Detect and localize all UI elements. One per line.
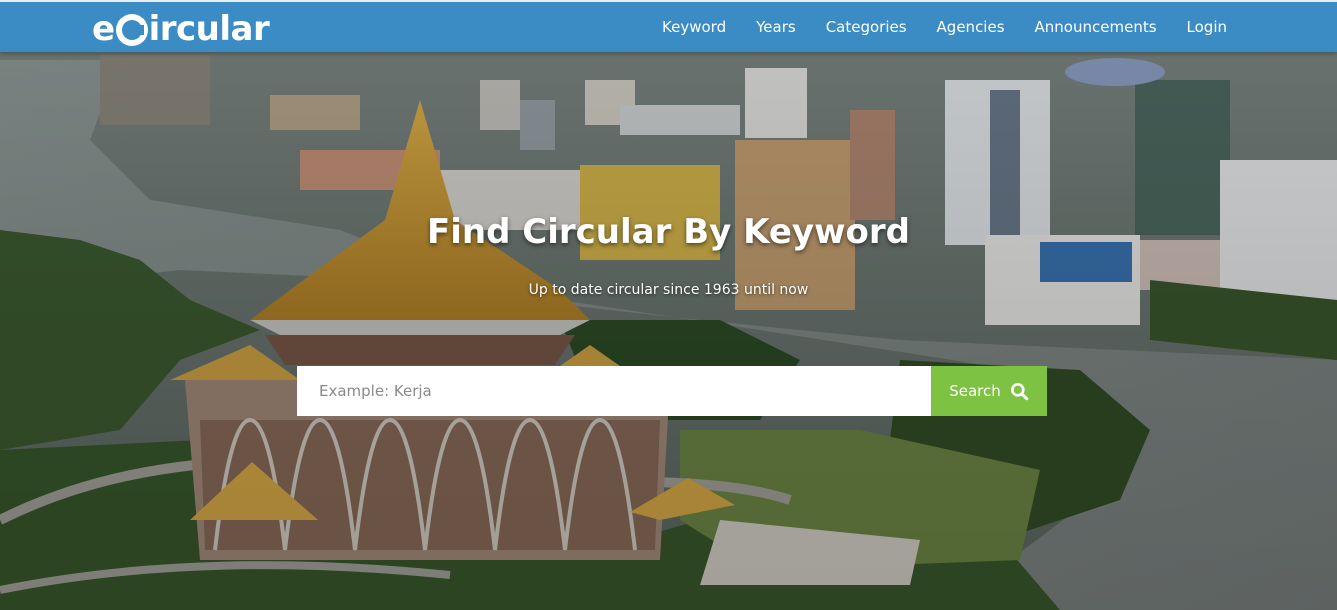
- nav-item-categories[interactable]: Categories: [826, 18, 907, 36]
- search-button[interactable]: Search: [931, 366, 1047, 416]
- nav-item-announcements[interactable]: Announcements: [1035, 18, 1157, 36]
- nav-item-keyword[interactable]: Keyword: [662, 18, 726, 36]
- nav-item-login[interactable]: Login: [1187, 18, 1227, 36]
- brand-logo[interactable]: e ircular: [92, 9, 270, 49]
- nav-item-agencies[interactable]: Agencies: [937, 18, 1005, 36]
- nav-item-years[interactable]: Years: [756, 18, 796, 36]
- hero-background-image: [0, 0, 1337, 610]
- logo-c-icon: [115, 14, 148, 46]
- logo-prefix: e: [92, 9, 115, 49]
- main-nav: Keyword Years Categories Agencies Announ…: [662, 2, 1227, 52]
- search-input[interactable]: [297, 366, 931, 416]
- hero-title: Find Circular By Keyword: [427, 212, 910, 252]
- keyword-search-form: Search: [297, 366, 1047, 416]
- search-button-label: Search: [949, 382, 1001, 400]
- top-navbar: e ircular Keyword Years Categories Agenci…: [0, 0, 1337, 52]
- search-icon: [1010, 382, 1029, 401]
- logo-suffix: ircular: [148, 9, 270, 49]
- hero-subtitle: Up to date circular since 1963 until now: [528, 282, 809, 298]
